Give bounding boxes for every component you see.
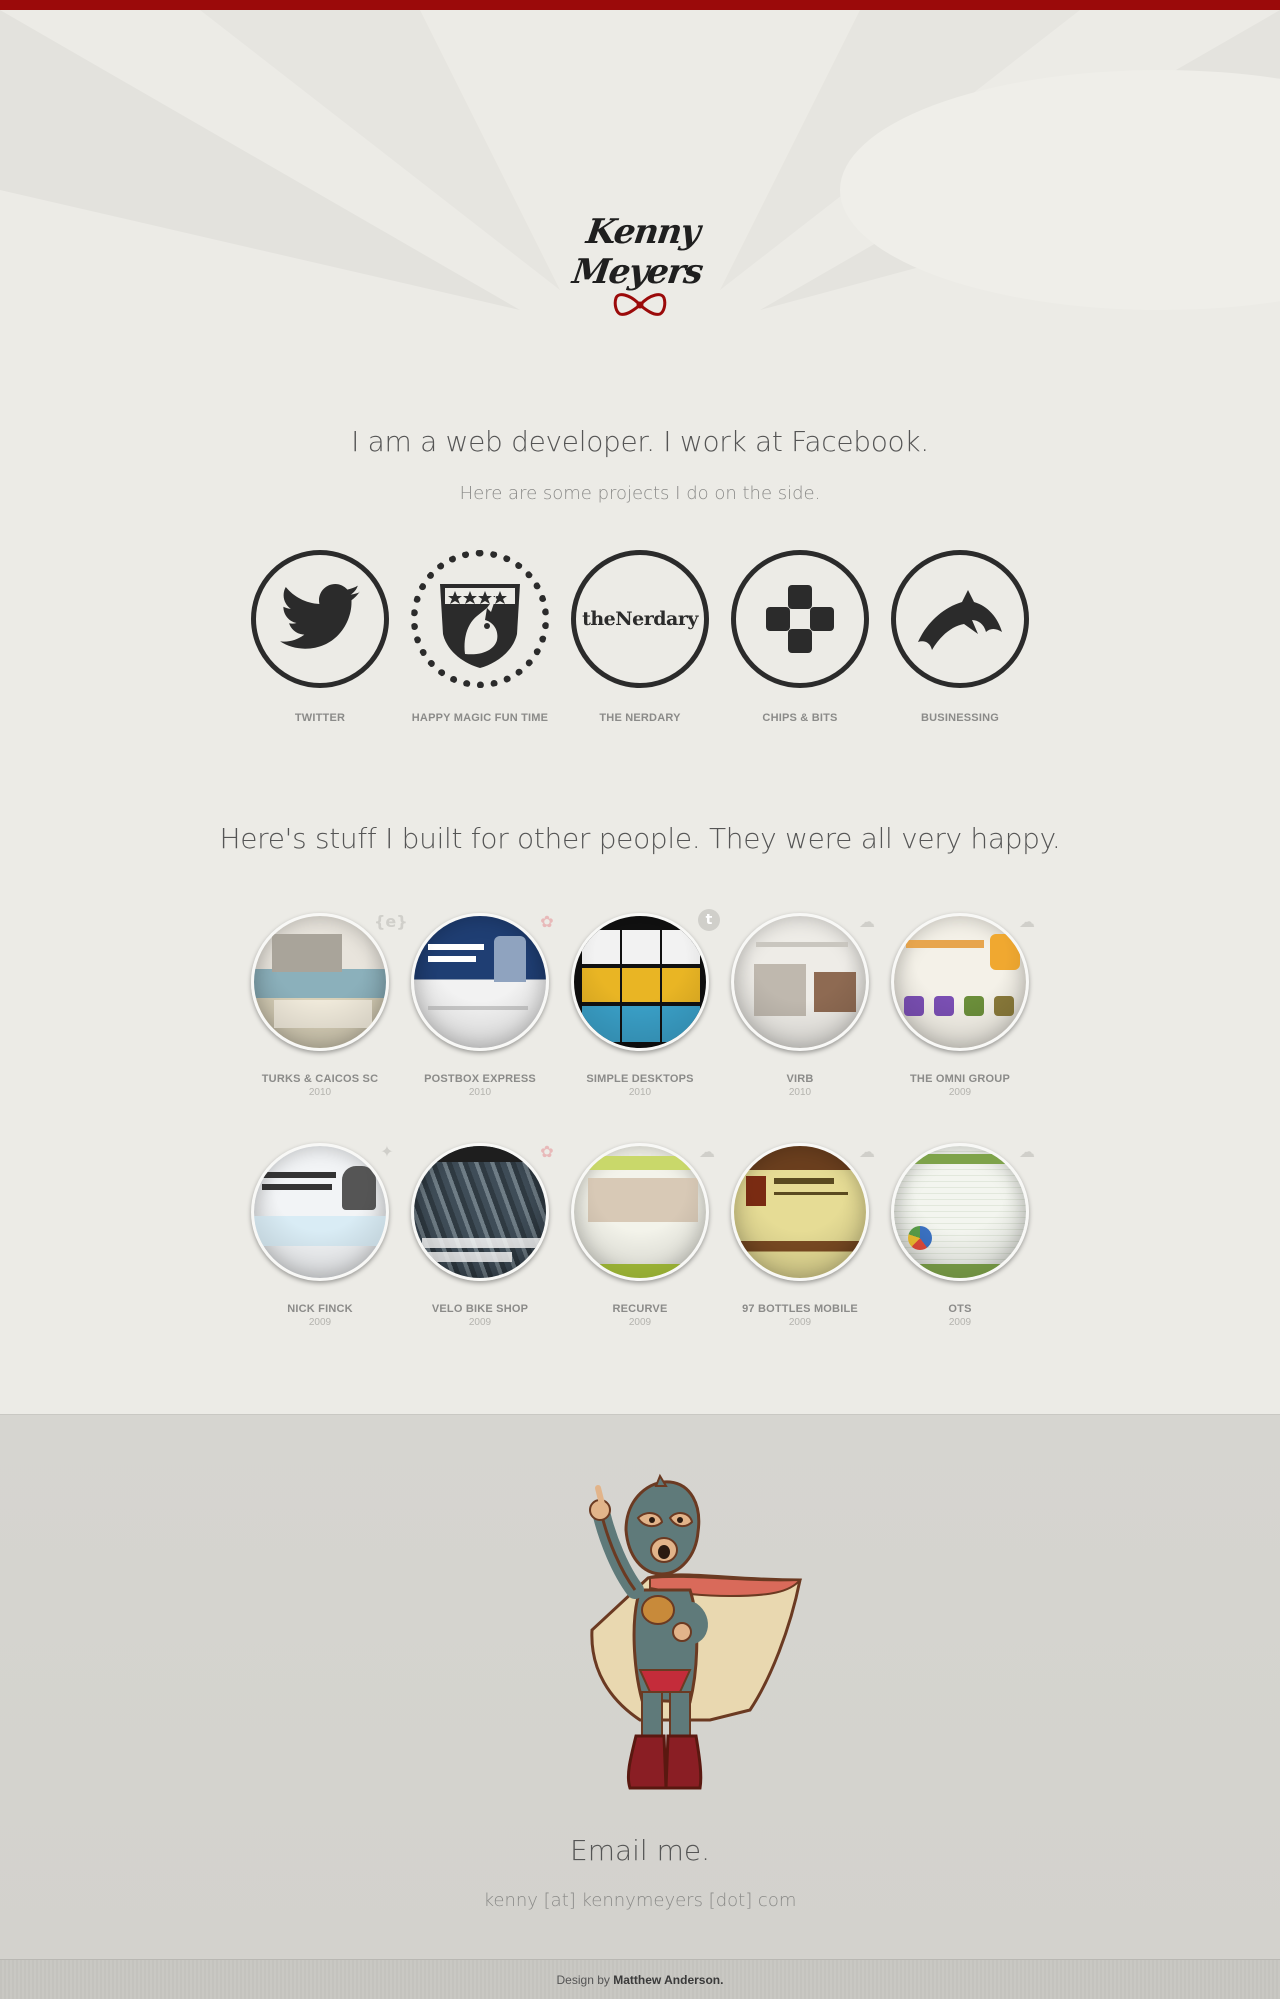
contact-title: Email me. bbox=[570, 1834, 710, 1867]
top-accent-bar bbox=[0, 0, 1280, 10]
client-screenshot bbox=[251, 913, 389, 1051]
client-ots[interactable]: ☁ OTS 2009 bbox=[888, 1142, 1035, 1328]
source-badge: t bbox=[698, 909, 720, 931]
client-recurve[interactable]: ☁ RECURVE 2009 bbox=[568, 1142, 715, 1328]
client-screenshot bbox=[891, 913, 1029, 1051]
client-label: NICK FINCK bbox=[287, 1303, 353, 1315]
client-year: 2009 bbox=[628, 1317, 652, 1328]
client-year: 2009 bbox=[788, 1317, 812, 1328]
site-logo[interactable]: Kenny Meyers bbox=[540, 212, 740, 316]
client-label: VIRB bbox=[786, 1073, 814, 1085]
client-label: TURKS & CAICOS SC bbox=[261, 1073, 379, 1085]
client-label: SIMPLE DESKTOPS bbox=[586, 1073, 694, 1085]
client-year: 2010 bbox=[468, 1087, 492, 1098]
project-label: CHIPS & BITS bbox=[762, 712, 838, 724]
client-97-bottles-mobile[interactable]: ☁ 97 BOTTLES MOBILE 2009 bbox=[728, 1142, 875, 1328]
source-badge: ☁ bbox=[1019, 912, 1035, 931]
project-chips-and-bits[interactable]: CHIPS & BITS bbox=[728, 550, 872, 724]
project-icon-frame bbox=[891, 550, 1029, 688]
client-year: 2009 bbox=[308, 1317, 332, 1328]
client-year: 2010 bbox=[628, 1087, 652, 1098]
project-label: THE NERDARY bbox=[599, 712, 681, 724]
client-postbox-express[interactable]: ✿ POSTBOX EXPRESS 2010 bbox=[408, 912, 554, 1098]
project-icon-frame bbox=[731, 550, 869, 688]
project-twitter[interactable]: TWITTER bbox=[248, 550, 392, 724]
client-section-title: Here's stuff I built for other people. T… bbox=[219, 822, 1061, 855]
design-credit-bar: Design by Matthew Anderson. bbox=[0, 1959, 1280, 1999]
client-label: 97 BOTTLES MOBILE bbox=[742, 1303, 858, 1315]
source-badge: ✿ bbox=[540, 912, 554, 931]
source-badge: ✿ bbox=[540, 1142, 554, 1161]
client-label: THE OMNI GROUP bbox=[910, 1073, 1010, 1085]
client-label: VELO BIKE SHOP bbox=[431, 1303, 529, 1315]
client-screenshot bbox=[731, 913, 869, 1051]
client-work-row-1: {e} TURKS & CAICOS SC 2010 ✿ POSTBOX EXP… bbox=[248, 909, 1048, 1113]
client-label: POSTBOX EXPRESS bbox=[424, 1073, 536, 1085]
client-velo-bike-shop[interactable]: ✿ VELO BIKE SHOP 2009 bbox=[408, 1142, 554, 1328]
client-year: 2009 bbox=[948, 1317, 972, 1328]
client-simple-desktops[interactable]: t SIMPLE DESKTOPS 2010 bbox=[568, 909, 720, 1098]
source-badge: ☁ bbox=[699, 1142, 715, 1161]
project-label: TWITTER bbox=[294, 712, 346, 724]
client-turks-caicos[interactable]: {e} TURKS & CAICOS SC 2010 bbox=[248, 912, 408, 1098]
project-icon-frame bbox=[411, 550, 549, 688]
side-projects-row: TWITTER HAPPY MAGIC FUN TIME theNerdary bbox=[248, 550, 1048, 750]
client-work-row-2: ✦ NICK FINCK 2009 ✿ VELO BIKE SHOP 2009 … bbox=[248, 1142, 1048, 1343]
source-badge: ☁ bbox=[1019, 1142, 1035, 1161]
intro-headline: I am a web developer. I work at Facebook… bbox=[351, 425, 929, 458]
bowtie-icon bbox=[613, 293, 667, 316]
client-omni-group[interactable]: ☁ THE OMNI GROUP 2009 bbox=[888, 912, 1035, 1098]
unicorn-badge-icon bbox=[440, 584, 520, 668]
client-year: 2009 bbox=[948, 1087, 972, 1098]
project-happy-magic-fun-time[interactable]: HAPPY MAGIC FUN TIME bbox=[408, 550, 552, 724]
client-year: 2010 bbox=[308, 1087, 332, 1098]
project-icon-frame bbox=[251, 550, 389, 688]
intro-subline: Here are some projects I do on the side. bbox=[459, 483, 821, 504]
client-screenshot bbox=[411, 1143, 549, 1281]
project-label: BUSINESSING bbox=[921, 712, 999, 724]
credit-designer-link[interactable]: Matthew Anderson. bbox=[613, 1973, 723, 1987]
twitter-bird-icon bbox=[280, 584, 360, 649]
client-screenshot bbox=[571, 913, 709, 1051]
source-badge: ☁ bbox=[859, 1142, 875, 1161]
project-icon-frame: theNerdary bbox=[571, 550, 709, 688]
source-badge: ☁ bbox=[859, 912, 875, 931]
client-virb[interactable]: ☁ VIRB 2010 bbox=[728, 912, 875, 1098]
client-label: RECURVE bbox=[612, 1303, 668, 1315]
project-the-nerdary[interactable]: theNerdary THE NERDARY bbox=[568, 550, 712, 724]
source-badge: {e} bbox=[374, 912, 408, 931]
client-label: OTS bbox=[948, 1303, 972, 1315]
credit-prefix: Design by bbox=[556, 1973, 610, 1987]
client-screenshot bbox=[251, 1143, 389, 1281]
luchador-hero-illustration bbox=[589, 1473, 803, 1790]
dpad-icon bbox=[766, 585, 834, 653]
client-screenshot bbox=[411, 913, 549, 1051]
client-screenshot bbox=[571, 1143, 709, 1281]
source-badge: ✦ bbox=[380, 1142, 394, 1161]
dolphin-icon bbox=[918, 590, 1002, 650]
project-label: HAPPY MAGIC FUN TIME bbox=[411, 712, 549, 724]
logo-wordmark: Kenny Meyers bbox=[570, 212, 705, 292]
client-screenshot bbox=[891, 1143, 1029, 1281]
thenerdary-wordmark: theNerdary bbox=[582, 608, 698, 630]
client-year: 2010 bbox=[788, 1087, 812, 1098]
client-nick-finck[interactable]: ✦ NICK FINCK 2009 bbox=[248, 1142, 394, 1328]
project-businessing[interactable]: BUSINESSING bbox=[888, 550, 1032, 724]
contact-email[interactable]: kenny [at] kennymeyers [dot] com bbox=[0, 1890, 1280, 1911]
client-screenshot bbox=[731, 1143, 869, 1281]
client-year: 2009 bbox=[468, 1317, 492, 1328]
